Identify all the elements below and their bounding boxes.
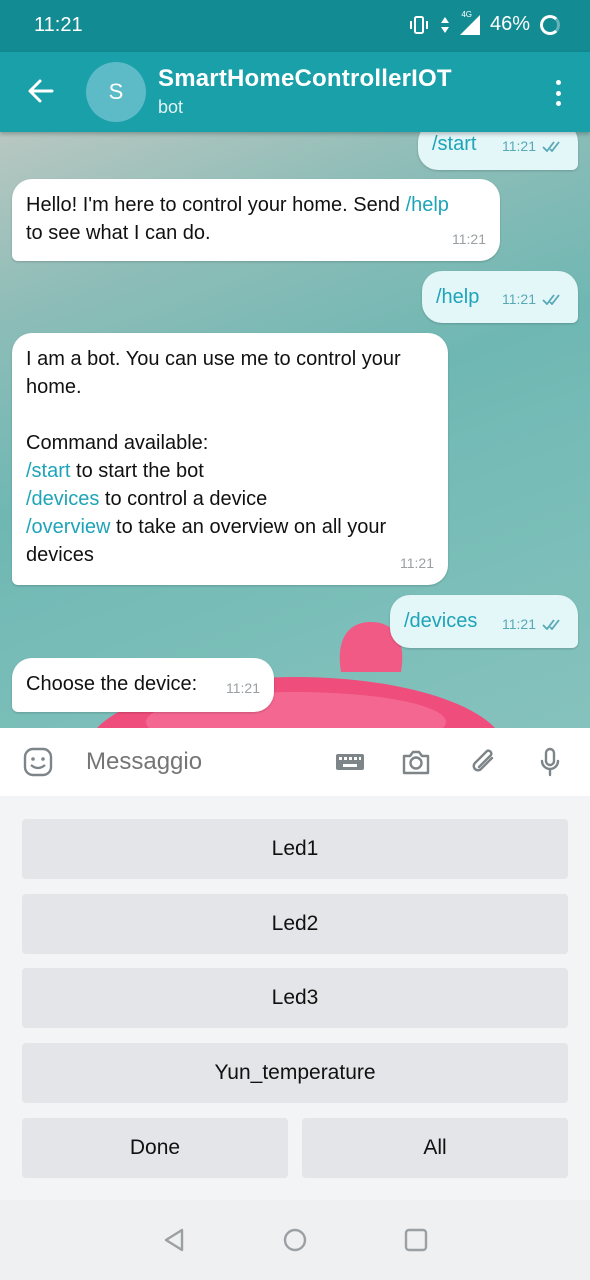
- message-incoming[interactable]: I am a bot. You can use me to control yo…: [12, 333, 448, 585]
- message-text: Choose the device:: [26, 673, 198, 695]
- square-recents-icon[interactable]: [404, 1228, 428, 1252]
- message-time: 11:21: [226, 680, 260, 696]
- message-input[interactable]: [86, 748, 316, 776]
- message-incoming[interactable]: Hello! I'm here to control your home. Se…: [12, 179, 500, 261]
- message-command[interactable]: /devices: [26, 488, 99, 510]
- message-incoming[interactable]: Choose the device: 11:21: [12, 658, 274, 712]
- command-line: /devices to control a device: [26, 488, 268, 510]
- message-command[interactable]: /help: [436, 286, 479, 308]
- message-text: I am a bot. You can use me to control yo…: [26, 348, 401, 398]
- message-outgoing[interactable]: /help 11:21: [422, 271, 578, 323]
- message-command[interactable]: /overview: [26, 516, 110, 538]
- triangle-back-icon[interactable]: [162, 1228, 186, 1252]
- command-line: /start to start the bot: [26, 460, 204, 482]
- double-check-icon: [542, 619, 560, 630]
- message-meta: 11:21: [502, 610, 566, 638]
- message-time: 11:21: [502, 138, 536, 154]
- keyboard-button-led1[interactable]: Led1: [22, 819, 568, 879]
- message-command[interactable]: /start: [26, 460, 70, 482]
- avatar[interactable]: S: [86, 62, 146, 122]
- chat-header: S SmartHomeControllerIOT bot: [0, 52, 590, 132]
- command-line: /overview to take an overview on all you…: [26, 516, 387, 566]
- status-bar: 11:21 4G 46%: [0, 0, 590, 52]
- keyboard-button-done[interactable]: Done: [22, 1118, 288, 1178]
- message-command[interactable]: /help: [406, 194, 449, 216]
- bot-reply-keyboard: Led1 Led2 Led3 Yun_temperature Done All: [0, 796, 590, 1200]
- paperclip-icon[interactable]: [468, 746, 500, 778]
- double-check-icon: [542, 141, 560, 152]
- battery-icon: [540, 14, 560, 35]
- message-text: to see what I can do.: [26, 222, 211, 244]
- signal-icon: [459, 14, 480, 35]
- message-meta: 11:21: [502, 285, 566, 313]
- keyboard-button-led3[interactable]: Led3: [22, 968, 568, 1028]
- chat-subtitle: bot: [158, 97, 184, 117]
- message-command[interactable]: /devices: [404, 610, 477, 632]
- keyboard-icon[interactable]: [334, 746, 366, 778]
- keyboard-button-led2[interactable]: Led2: [22, 894, 568, 954]
- camera-icon[interactable]: [400, 746, 432, 778]
- message-text: Command available:: [26, 432, 209, 454]
- arrow-left-icon[interactable]: [24, 74, 58, 108]
- message-time: 11:21: [400, 555, 434, 571]
- battery-percent: 46%: [489, 13, 530, 35]
- message-time: 11:21: [502, 616, 536, 632]
- system-nav-bar: [0, 1200, 590, 1280]
- message-outgoing[interactable]: /start 11:21: [418, 132, 578, 170]
- message-time: 11:21: [452, 231, 486, 247]
- circle-home-icon[interactable]: [283, 1228, 307, 1252]
- data-arrows-icon: [440, 16, 449, 33]
- keyboard-button-yun-temperature[interactable]: Yun_temperature: [22, 1043, 568, 1103]
- status-time: 11:21: [34, 14, 83, 36]
- chat-area[interactable]: /start 11:21 Hello! I'm here to control …: [0, 132, 590, 728]
- more-vert-icon[interactable]: [556, 80, 562, 106]
- double-check-icon: [542, 294, 560, 305]
- microphone-icon[interactable]: [534, 746, 566, 778]
- vibrate-icon: [409, 15, 428, 34]
- message-command[interactable]: /start: [432, 133, 476, 155]
- status-indicators: 46%: [408, 13, 560, 36]
- message-meta: 11:21: [502, 132, 566, 160]
- keyboard-button-all[interactable]: All: [302, 1118, 568, 1178]
- chat-title[interactable]: SmartHomeControllerIOT: [158, 65, 452, 93]
- sticker-emoji-icon[interactable]: [22, 746, 54, 778]
- message-outgoing[interactable]: /devices 11:21: [390, 595, 578, 648]
- message-time: 11:21: [502, 291, 536, 307]
- message-text: Hello! I'm here to control your home. Se…: [26, 194, 406, 216]
- message-input-bar: [0, 728, 590, 796]
